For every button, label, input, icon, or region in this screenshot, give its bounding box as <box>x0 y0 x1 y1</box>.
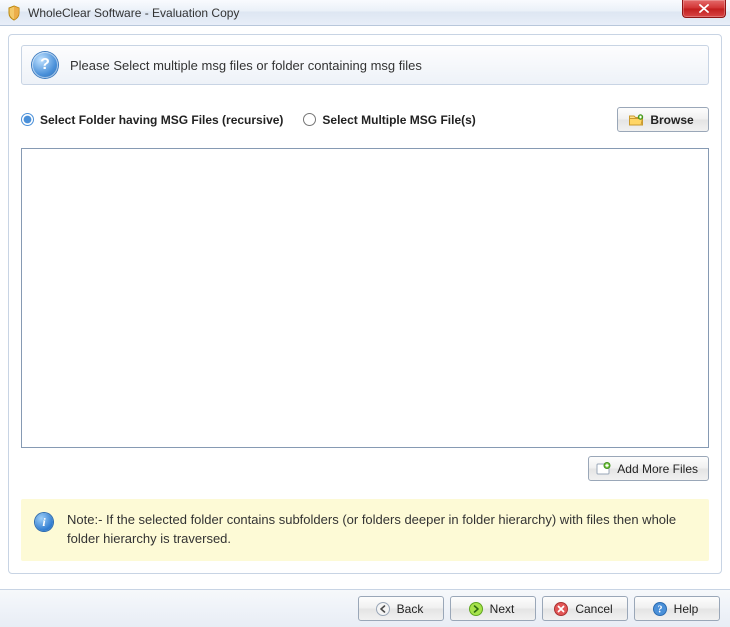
help-button[interactable]: ? Help <box>634 596 720 621</box>
add-more-row: Add More Files <box>21 456 709 481</box>
add-more-files-label: Add More Files <box>617 462 698 476</box>
info-icon: i <box>35 513 53 531</box>
instruction-bar: ? Please Select multiple msg files or fo… <box>21 45 709 85</box>
back-icon <box>375 601 391 617</box>
client-area: ? Please Select multiple msg files or fo… <box>0 26 730 627</box>
source-options: Select Folder having MSG Files (recursiv… <box>21 107 709 132</box>
main-panel: ? Please Select multiple msg files or fo… <box>8 34 722 574</box>
back-button[interactable]: Back <box>358 596 444 621</box>
folder-icon <box>628 112 644 128</box>
add-icon <box>595 461 611 477</box>
cancel-button[interactable]: Cancel <box>542 596 628 621</box>
radio-select-folder-input[interactable] <box>21 113 34 126</box>
close-button[interactable] <box>682 0 726 18</box>
cancel-icon <box>553 601 569 617</box>
wizard-footer: Back Next Cancel <box>0 589 730 627</box>
radio-select-files-label: Select Multiple MSG File(s) <box>322 113 475 127</box>
file-list[interactable] <box>21 148 709 448</box>
back-button-label: Back <box>397 602 424 616</box>
radio-select-folder[interactable]: Select Folder having MSG Files (recursiv… <box>21 113 283 127</box>
next-button-label: Next <box>490 602 515 616</box>
note-box: i Note:- If the selected folder contains… <box>21 499 709 561</box>
window-title: WholeClear Software - Evaluation Copy <box>28 6 239 20</box>
app-icon <box>6 5 22 21</box>
instruction-text: Please Select multiple msg files or fold… <box>70 58 422 73</box>
help-icon: ? <box>652 601 668 617</box>
radio-select-files-input[interactable] <box>303 113 316 126</box>
help-button-label: Help <box>674 602 699 616</box>
add-more-files-button[interactable]: Add More Files <box>588 456 709 481</box>
browse-button-label: Browse <box>650 113 693 127</box>
radio-select-files[interactable]: Select Multiple MSG File(s) <box>303 113 475 127</box>
browse-button[interactable]: Browse <box>617 107 709 132</box>
question-icon: ? <box>32 52 58 78</box>
note-text: Note:- If the selected folder contains s… <box>67 511 695 549</box>
next-icon <box>468 601 484 617</box>
next-button[interactable]: Next <box>450 596 536 621</box>
svg-text:?: ? <box>657 604 662 615</box>
titlebar: WholeClear Software - Evaluation Copy <box>0 0 730 26</box>
cancel-button-label: Cancel <box>575 602 612 616</box>
radio-select-folder-label: Select Folder having MSG Files (recursiv… <box>40 113 283 127</box>
